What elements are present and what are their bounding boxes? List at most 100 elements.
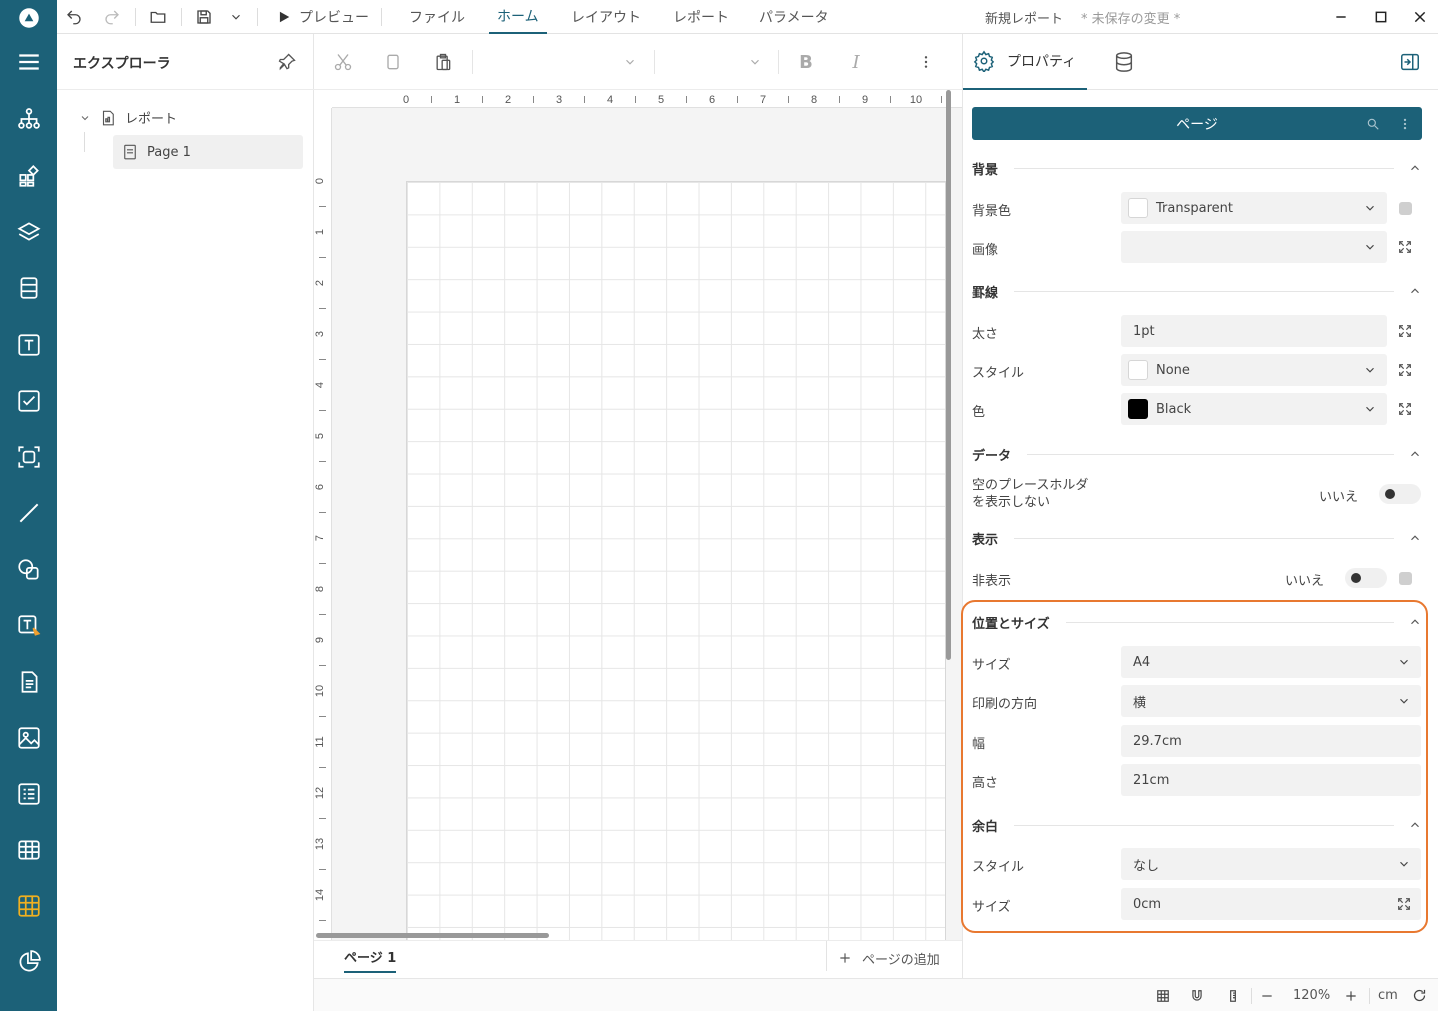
vertical-scrollbar[interactable] xyxy=(946,90,951,660)
textbox-icon[interactable] xyxy=(0,323,57,367)
section-data[interactable]: データ xyxy=(972,442,1422,466)
tree-item-page1[interactable]: Page 1 xyxy=(113,135,303,169)
expand-icon[interactable] xyxy=(1397,239,1413,255)
ruler-icon[interactable] xyxy=(1226,979,1240,1011)
section-position-size[interactable]: 位置とサイズ xyxy=(972,610,1422,634)
menu-file[interactable]: ファイル xyxy=(409,0,465,34)
more-vertical-icon[interactable] xyxy=(1398,117,1412,131)
width-input[interactable]: 29.7cm xyxy=(1121,725,1421,757)
expand-icon[interactable] xyxy=(1396,896,1412,912)
design-canvas[interactable]: 0 1 2 3 4 5 6 7 8 9 10 0 1 2 3 4 5 6 7 8 9 10 11 12 13 14 ページ 1 … xyxy=(314,90,962,978)
menu-parameters[interactable]: パラメータ xyxy=(759,0,829,34)
app-logo-icon xyxy=(0,0,57,36)
menu-home[interactable]: ホーム xyxy=(489,0,547,34)
save-dropdown-chevron-icon[interactable] xyxy=(229,0,243,34)
zoom-level[interactable]: 120% xyxy=(1293,979,1330,1011)
collapse-panel-icon[interactable] xyxy=(1399,51,1421,77)
reset-zoom-icon[interactable] xyxy=(1412,979,1427,1011)
paste-icon[interactable] xyxy=(431,50,455,74)
hierarchy-icon[interactable] xyxy=(0,97,57,141)
more-vertical-icon[interactable] xyxy=(914,50,938,74)
cut-icon[interactable] xyxy=(331,50,355,74)
band-icon[interactable] xyxy=(0,266,57,310)
preview-button[interactable]: プレビュー xyxy=(277,0,369,34)
close-icon[interactable] xyxy=(1412,0,1428,34)
components-icon[interactable] xyxy=(0,154,57,198)
tab-properties[interactable]: プロパティ xyxy=(963,34,1087,90)
layers-icon[interactable] xyxy=(0,210,57,254)
label-icon[interactable] xyxy=(0,604,57,648)
menu-layout[interactable]: レイアウト xyxy=(571,0,641,34)
size-select[interactable]: A4 xyxy=(1121,646,1421,678)
table-icon[interactable] xyxy=(0,828,57,872)
border-style-select[interactable]: None xyxy=(1121,354,1387,386)
chevron-up-icon[interactable] xyxy=(1408,447,1422,461)
expand-icon[interactable] xyxy=(1397,362,1413,378)
redo-icon[interactable] xyxy=(103,0,121,34)
image-icon[interactable] xyxy=(0,716,57,760)
font-size-chevron-icon[interactable] xyxy=(743,50,767,74)
image-select[interactable] xyxy=(1121,231,1387,263)
chart-icon[interactable] xyxy=(0,940,57,984)
chevron-up-icon[interactable] xyxy=(1408,161,1422,175)
chevron-up-icon[interactable] xyxy=(1408,615,1422,629)
shape-icon[interactable] xyxy=(0,548,57,592)
zoom-in-button[interactable] xyxy=(1344,979,1358,1011)
grid-icon[interactable] xyxy=(1156,979,1170,1011)
menu-report[interactable]: レポート xyxy=(673,0,729,34)
undo-icon[interactable] xyxy=(65,0,83,34)
orientation-value: 横 xyxy=(1133,695,1147,711)
expand-icon[interactable] xyxy=(1397,323,1413,339)
add-page-button[interactable]: ページの追加 xyxy=(838,941,940,975)
orientation-select[interactable]: 横 xyxy=(1121,685,1421,717)
border-color-select[interactable]: Black xyxy=(1121,393,1387,425)
horizontal-scrollbar[interactable] xyxy=(316,933,549,938)
document-icon[interactable] xyxy=(0,660,57,704)
expand-icon[interactable] xyxy=(1397,401,1413,417)
hidden-toggle[interactable] xyxy=(1345,568,1387,588)
line-icon[interactable] xyxy=(0,491,57,535)
matrix-icon[interactable] xyxy=(0,884,57,928)
thickness-input[interactable]: 1pt xyxy=(1121,315,1387,347)
unit-select[interactable]: cm xyxy=(1378,979,1398,1011)
snap-magnet-icon[interactable] xyxy=(1190,979,1204,1011)
section-border[interactable]: 罫線 xyxy=(972,279,1422,303)
tree-item-report[interactable]: レポート xyxy=(79,108,177,127)
zoom-out-button[interactable] xyxy=(1260,979,1274,1011)
list-icon[interactable] xyxy=(0,772,57,816)
section-margin[interactable]: 余白 xyxy=(972,813,1422,837)
chevron-up-icon[interactable] xyxy=(1408,531,1422,545)
search-icon[interactable] xyxy=(1366,117,1380,131)
ruler-v-label: 10 xyxy=(314,685,326,697)
maximize-icon[interactable] xyxy=(1373,0,1389,34)
report-page[interactable] xyxy=(406,181,946,941)
open-folder-icon[interactable] xyxy=(149,0,167,34)
hidden-reset-icon[interactable] xyxy=(1399,572,1412,585)
pin-icon[interactable] xyxy=(277,52,297,76)
checkbox-icon[interactable] xyxy=(0,379,57,423)
database-icon[interactable] xyxy=(1113,51,1135,77)
bold-icon[interactable]: B xyxy=(794,50,818,74)
minimize-icon[interactable] xyxy=(1333,0,1349,34)
save-icon[interactable] xyxy=(195,0,213,34)
section-display[interactable]: 表示 xyxy=(972,526,1422,550)
margin-style-select[interactable]: なし xyxy=(1121,848,1421,880)
object-selector[interactable]: ページ xyxy=(972,107,1422,140)
chevron-down-icon[interactable] xyxy=(79,112,91,124)
italic-icon[interactable]: I xyxy=(844,50,868,74)
empty-placeholder-toggle[interactable] xyxy=(1379,484,1421,504)
font-family-chevron-icon[interactable] xyxy=(618,50,642,74)
margin-size-value: 0cm xyxy=(1133,896,1162,912)
container-icon[interactable] xyxy=(0,435,57,479)
chevron-up-icon[interactable] xyxy=(1408,818,1422,832)
bg-color-select[interactable]: Transparent xyxy=(1121,192,1387,224)
margin-size-input[interactable]: 0cm xyxy=(1121,888,1421,920)
section-background[interactable]: 背景 xyxy=(972,156,1422,180)
menu-icon[interactable] xyxy=(0,40,57,84)
chevron-up-icon[interactable] xyxy=(1408,284,1422,298)
hidden-label: 非表示 xyxy=(972,574,1012,589)
copy-icon[interactable] xyxy=(381,50,405,74)
page-tab-1[interactable]: ページ 1 xyxy=(344,941,397,973)
height-input[interactable]: 21cm xyxy=(1121,764,1421,796)
bg-color-reset-icon[interactable] xyxy=(1399,202,1412,215)
